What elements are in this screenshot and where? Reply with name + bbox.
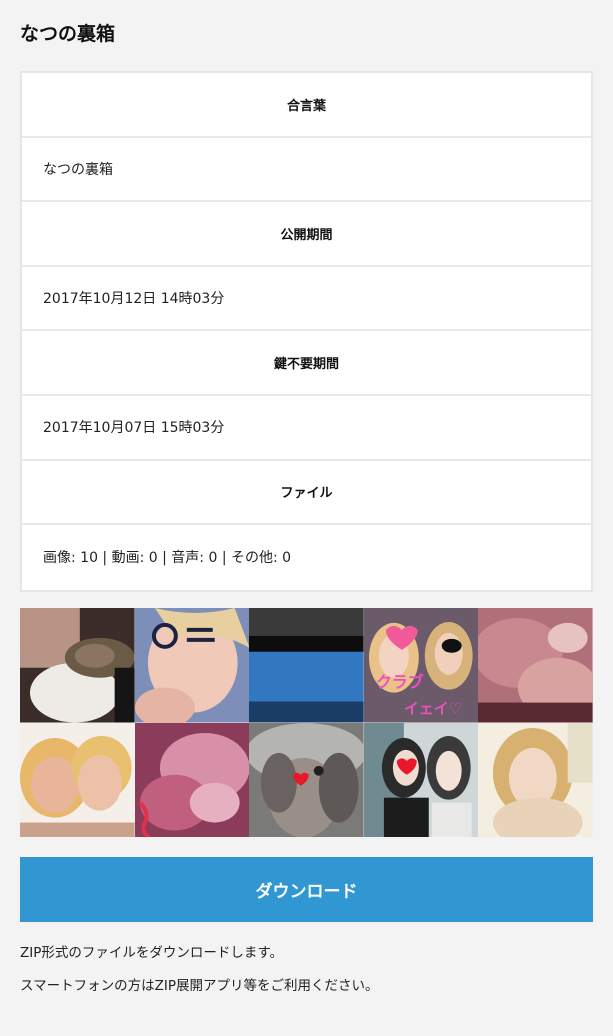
- page-title: なつの裏箱: [20, 23, 116, 45]
- period-value: 2017年10月12日 14時03分: [22, 267, 591, 332]
- thumbnail-image[interactable]: [363, 722, 479, 837]
- thumbnail-image[interactable]: [478, 608, 593, 723]
- zip-notice: ZIP形式のファイルをダウンロードします。: [20, 945, 284, 961]
- thumbnail-image[interactable]: [478, 722, 593, 837]
- smartphone-notice: スマートフォンの方はZIP展開アプリ等をご利用ください。: [20, 978, 379, 994]
- svg-text:クラブ: クラブ: [376, 673, 424, 692]
- thumbnail-image[interactable]: [20, 722, 135, 837]
- thumbnail-image[interactable]: [20, 608, 135, 723]
- thumbnail-image[interactable]: [249, 608, 364, 723]
- thumbnail-image[interactable]: [134, 608, 250, 723]
- image-gallery: クラブ イェイ♡: [20, 608, 593, 837]
- thumbnail-image[interactable]: [134, 722, 250, 837]
- thumbnail-image[interactable]: クラブ イェイ♡: [363, 608, 479, 723]
- nokey-period-header: 鍵不要期間: [22, 331, 591, 396]
- file-header: ファイル: [22, 461, 591, 526]
- download-button[interactable]: ダウンロード: [20, 857, 593, 922]
- file-counts: 画像: 10 | 動画: 0 | 音声: 0 | その他: 0: [43, 550, 292, 567]
- nokey-period-value: 2017年10月07日 15時03分: [22, 396, 591, 461]
- info-table: 合言葉 なつの裏箱 公開期間 2017年10月12日 14時03分 鍵不要期間 …: [20, 71, 593, 592]
- svg-text:イェイ♡: イェイ♡: [404, 700, 462, 718]
- passphrase-value: なつの裏箱: [22, 138, 591, 203]
- period-header: 公開期間: [22, 202, 591, 267]
- thumbnail-image[interactable]: [249, 722, 364, 837]
- passphrase-header: 合言葉: [22, 73, 591, 138]
